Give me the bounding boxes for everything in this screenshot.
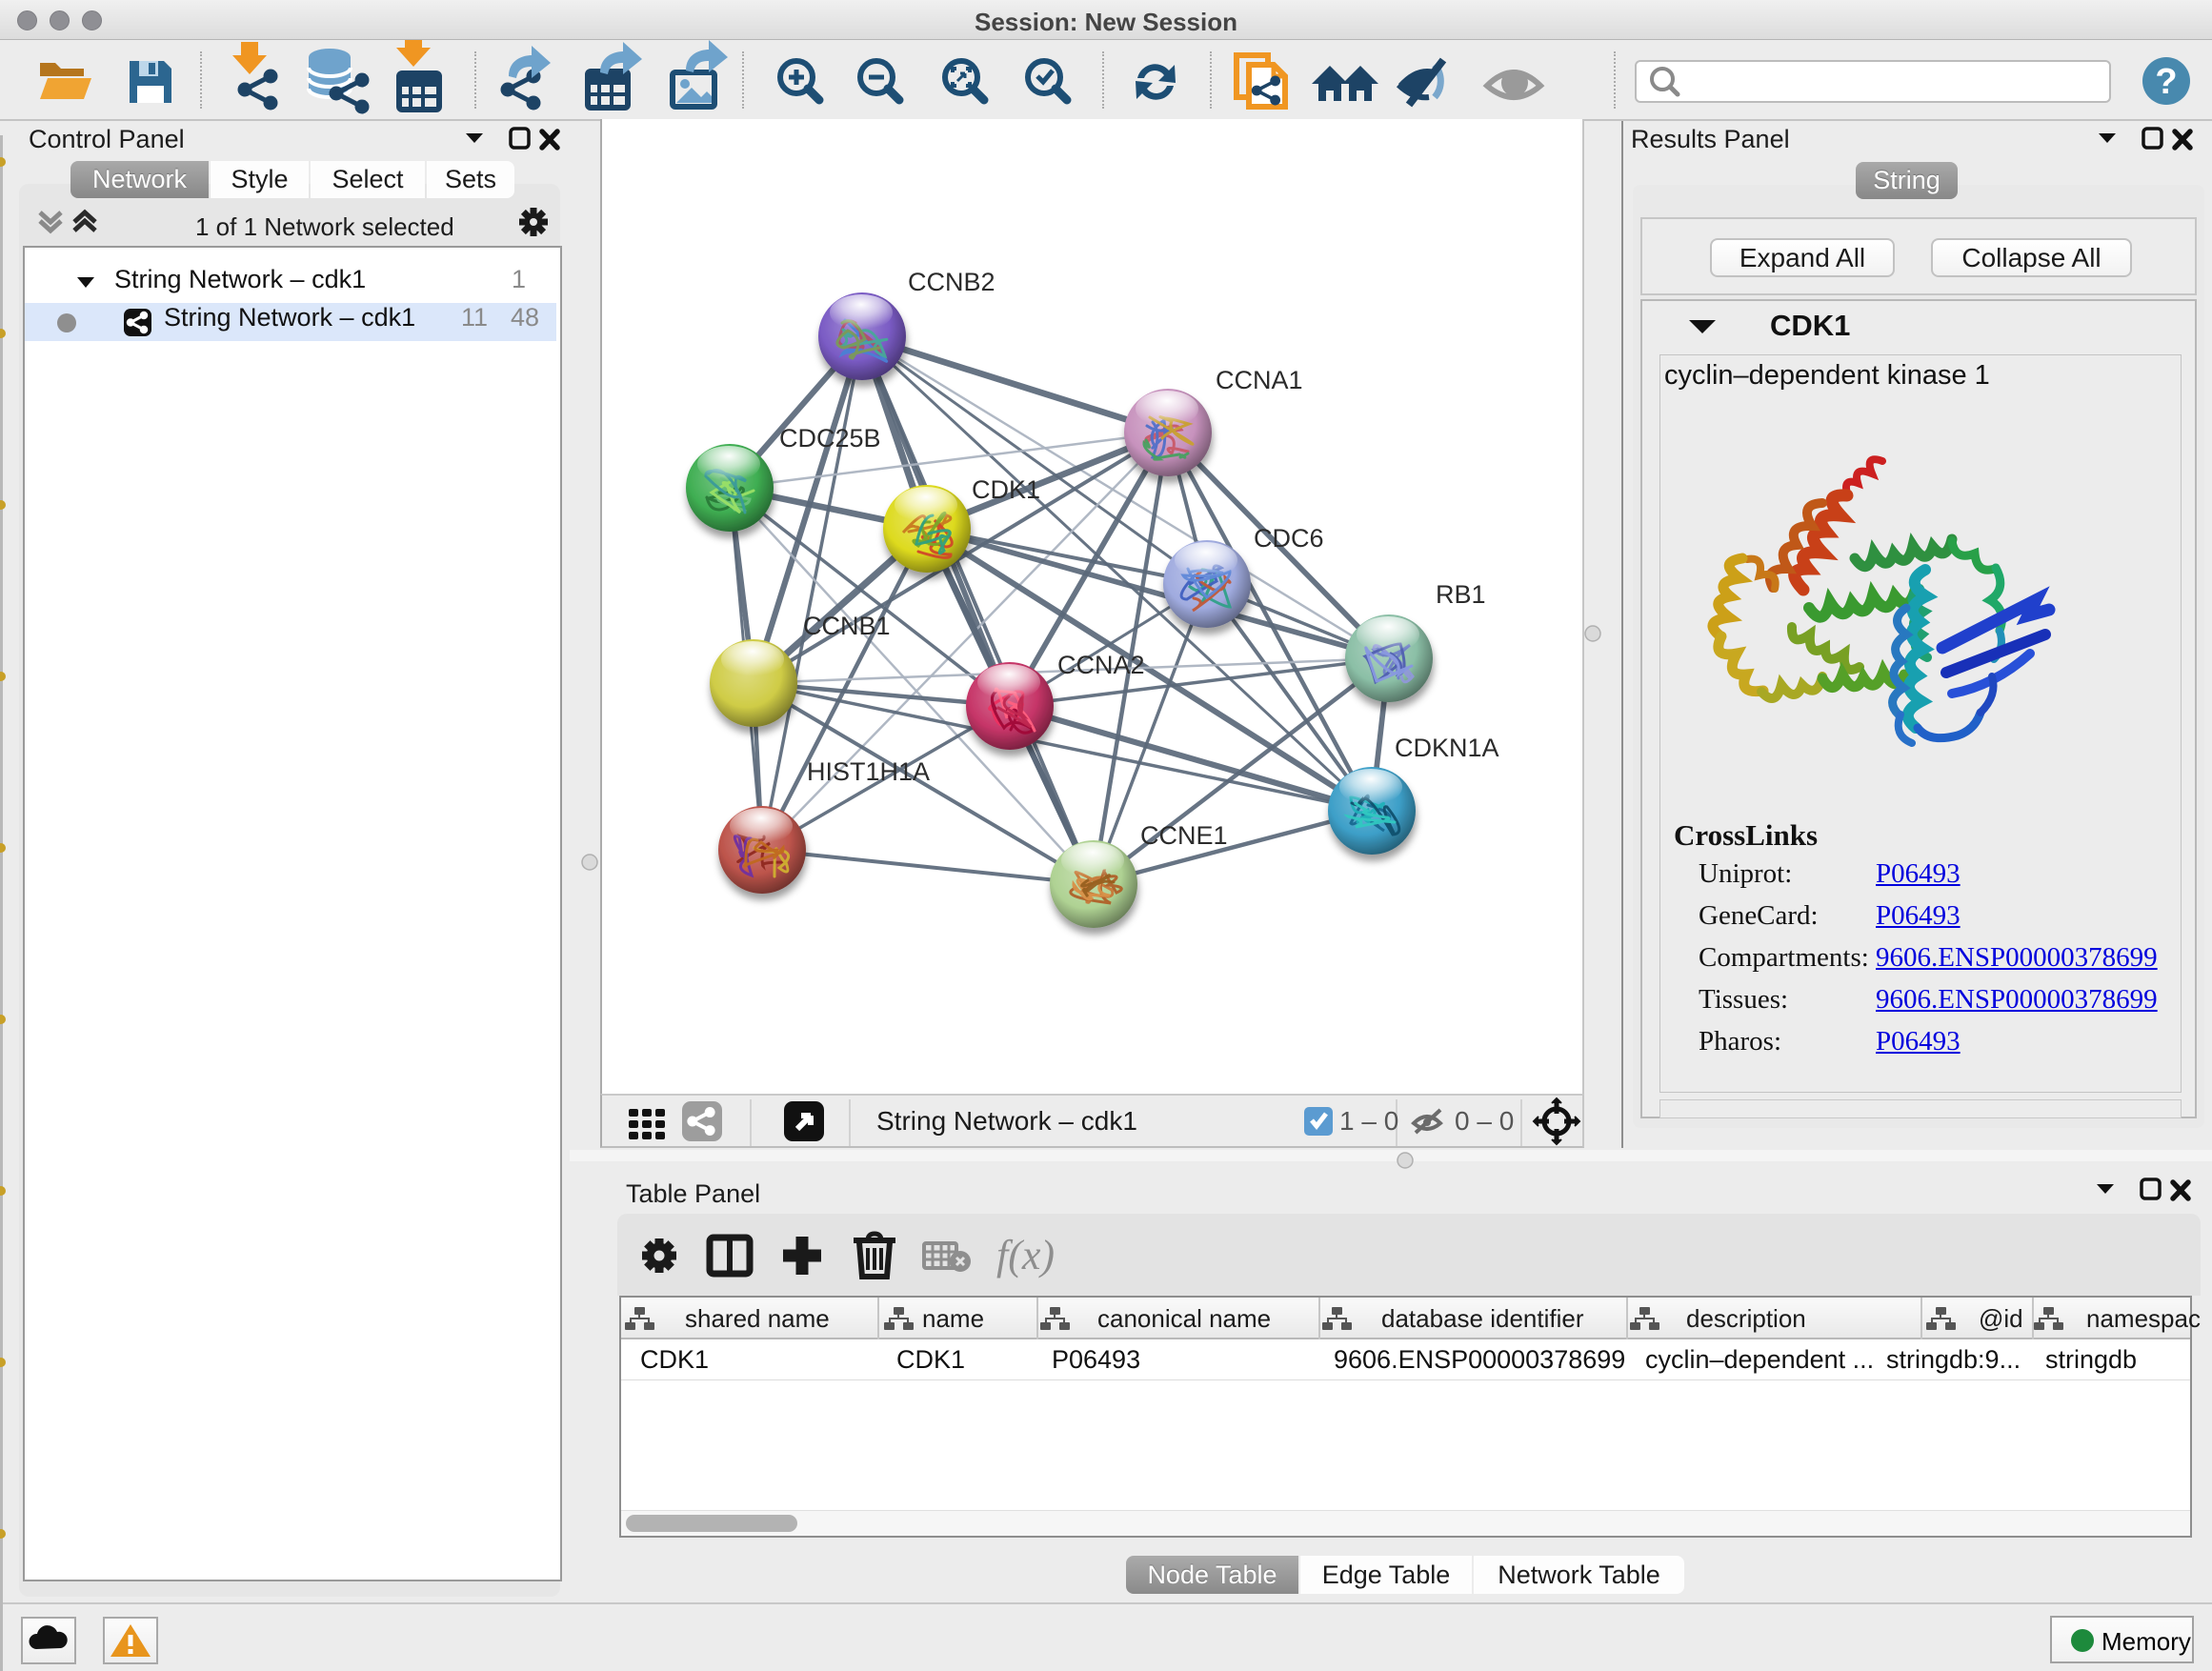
svg-text:HIST1H1A: HIST1H1A [807, 757, 930, 786]
svg-text:CCNE1: CCNE1 [1140, 821, 1228, 850]
svg-text:RB1: RB1 [1436, 580, 1486, 609]
svg-text:CDC25B: CDC25B [779, 424, 881, 453]
svg-text:CCNB2: CCNB2 [908, 268, 995, 296]
svg-text:?: ? [2155, 62, 2177, 102]
svg-text:CDC6: CDC6 [1254, 524, 1324, 553]
svg-text:f(x): f(x) [996, 1232, 1055, 1278]
svg-text:CDK1: CDK1 [972, 475, 1040, 504]
svg-text:CCNA1: CCNA1 [1216, 366, 1303, 394]
svg-text:CCNB1: CCNB1 [803, 612, 891, 640]
svg-text:CCNA2: CCNA2 [1057, 651, 1145, 679]
svg-text:CDKN1A: CDKN1A [1395, 734, 1499, 762]
